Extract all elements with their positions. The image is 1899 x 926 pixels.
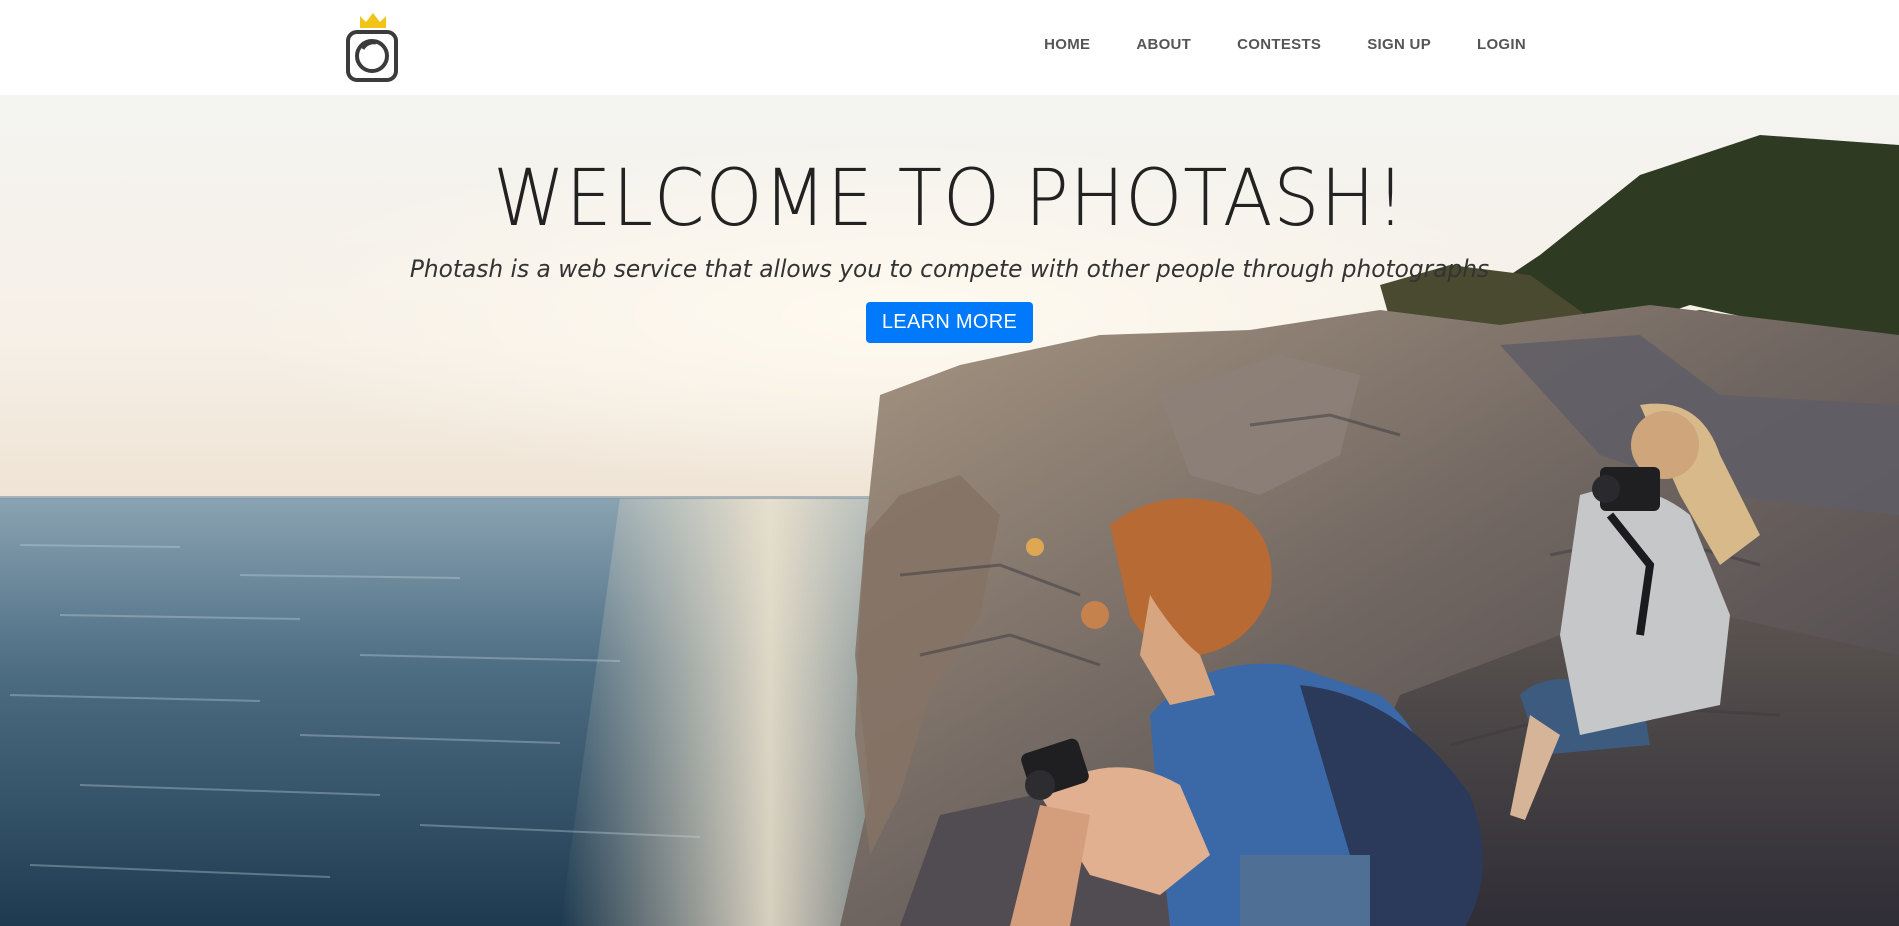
- top-navbar: HOME ABOUT CONTESTS SIGN UP LOGIN: [0, 0, 1899, 95]
- nav-item-login: LOGIN: [1477, 36, 1526, 54]
- hero-title: WELCOME TO PHOTASH!: [493, 154, 1406, 244]
- nav-link-about[interactable]: ABOUT: [1136, 36, 1191, 53]
- learn-more-button[interactable]: LEARN MORE: [865, 301, 1034, 343]
- nav-link-contests[interactable]: CONTESTS: [1237, 36, 1321, 53]
- hero-content: WELCOME TO PHOTASH! Photash is a web ser…: [0, 154, 1899, 343]
- hero-section: WELCOME TO PHOTASH! Photash is a web ser…: [0, 95, 1899, 926]
- camera-crown-icon[interactable]: [346, 11, 400, 85]
- main-nav: HOME ABOUT CONTESTS SIGN UP LOGIN: [1044, 36, 1526, 54]
- nav-item-contests: CONTESTS: [1237, 36, 1321, 54]
- nav-link-home[interactable]: HOME: [1044, 36, 1090, 53]
- nav-link-login[interactable]: LOGIN: [1477, 36, 1526, 53]
- nav-item-about: ABOUT: [1136, 36, 1191, 54]
- nav-item-home: HOME: [1044, 36, 1090, 54]
- nav-item-sign-up: SIGN UP: [1367, 36, 1431, 54]
- nav-link-sign-up[interactable]: SIGN UP: [1367, 36, 1431, 53]
- hero-tagline: Photash is a web service that allows you…: [409, 254, 1490, 283]
